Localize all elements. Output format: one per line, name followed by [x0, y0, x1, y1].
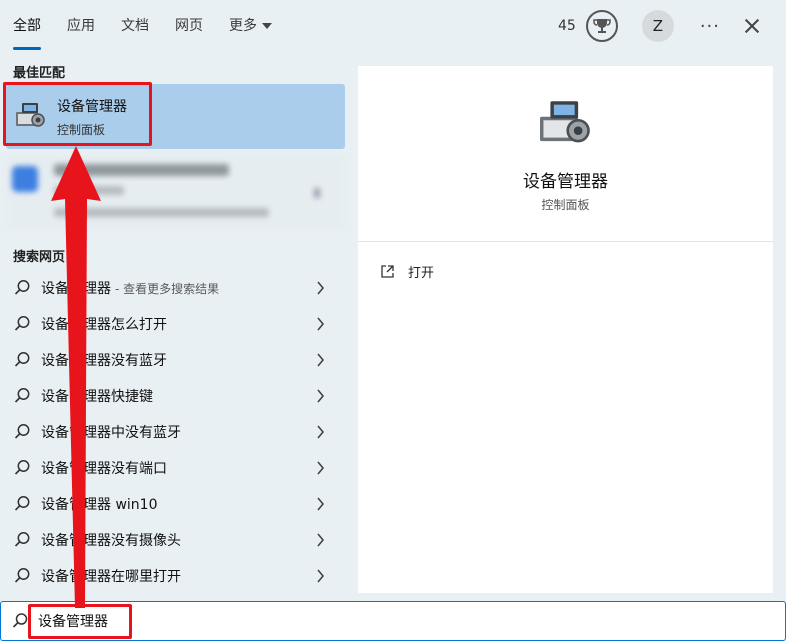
- web-search-label: 设备管理器没有蓝牙: [41, 353, 167, 369]
- search-icon: [12, 530, 32, 550]
- web-search-item[interactable]: 设备管理器在哪里打开: [0, 558, 345, 594]
- web-search-label: 设备管理器在哪里打开: [41, 569, 181, 585]
- tab-web-label: 网页: [175, 18, 203, 34]
- tab-documents-label: 文档: [121, 18, 149, 34]
- search-icon: [12, 422, 32, 442]
- web-search-hint: - 查看更多搜索结果: [115, 281, 220, 296]
- device-manager-icon: [536, 96, 596, 152]
- chevron-right-icon: [317, 497, 325, 511]
- tab-apps-label: 应用: [67, 18, 95, 34]
- chevron-right-icon: [317, 425, 325, 439]
- redacted-text: [54, 186, 124, 195]
- web-search-item[interactable]: 设备管理器 - 查看更多搜索结果: [0, 270, 345, 306]
- web-search-item[interactable]: 设备管理器快捷键: [0, 378, 345, 414]
- web-search-label: 设备管理器没有端口: [41, 461, 167, 477]
- chevron-right-icon: [317, 317, 325, 331]
- rewards-points: 45: [558, 18, 576, 34]
- web-search-item[interactable]: 设备管理器没有摄像头: [0, 522, 345, 558]
- tab-documents[interactable]: 文档: [108, 0, 162, 52]
- redacted-text: [54, 164, 229, 176]
- search-icon: [12, 314, 32, 334]
- web-search-item[interactable]: 设备管理器怎么打开: [0, 306, 345, 342]
- redacted-text: [54, 208, 269, 217]
- web-search-label: 设备管理器怎么打开: [41, 317, 167, 333]
- best-match-heading: 最佳匹配: [13, 66, 66, 81]
- tab-more-label: 更多: [229, 18, 257, 34]
- detail-title: 设备管理器: [523, 172, 608, 192]
- search-icon: [11, 612, 29, 634]
- search-icon: [12, 386, 32, 406]
- tab-more[interactable]: 更多: [216, 0, 285, 52]
- web-search-heading: 搜索网页: [13, 250, 66, 265]
- detail-panel: 设备管理器 控制面板 打开: [358, 66, 773, 593]
- annotation-highlight-box: [28, 604, 132, 639]
- open-label: 打开: [408, 266, 435, 281]
- chevron-right-icon: [317, 461, 325, 475]
- search-icon: [12, 494, 32, 514]
- search-icon: [12, 566, 32, 586]
- close-icon[interactable]: [742, 16, 762, 36]
- document-icon: [12, 166, 38, 192]
- web-search-label: 设备管理器没有摄像头: [41, 533, 181, 549]
- chevron-down-icon: [262, 23, 272, 29]
- web-search-item[interactable]: 设备管理器中没有蓝牙: [0, 414, 345, 450]
- chevron-right-icon: [317, 389, 325, 403]
- web-search-item[interactable]: 设备管理器没有蓝牙: [0, 342, 345, 378]
- chevron-right-icon: [317, 569, 325, 583]
- tab-web[interactable]: 网页: [162, 0, 216, 52]
- web-search-list: 设备管理器 - 查看更多搜索结果设备管理器怎么打开 设备管理器没有蓝牙 设备管理器快捷…: [0, 270, 345, 594]
- search-icon: [12, 458, 32, 478]
- web-search-label: 设备管理器快捷键: [41, 389, 153, 405]
- search-icon: [12, 350, 32, 370]
- web-search-label: 设备管理器 win10: [41, 497, 158, 513]
- trophy-icon[interactable]: [585, 10, 618, 42]
- web-search-item[interactable]: 设备管理器没有端口: [0, 450, 345, 486]
- tab-all-label: 全部: [13, 18, 41, 34]
- open-external-icon: [381, 265, 394, 278]
- detail-subtitle: 控制面板: [541, 198, 590, 212]
- web-search-item[interactable]: 设备管理器 win10: [0, 486, 345, 522]
- web-search-label: 设备管理器中没有蓝牙: [41, 425, 181, 441]
- tab-all[interactable]: 全部: [0, 0, 54, 52]
- web-search-label: 设备管理器: [41, 281, 111, 297]
- open-button[interactable]: 打开: [380, 262, 434, 281]
- divider: [358, 241, 773, 242]
- blurred-document-result[interactable]: [6, 154, 345, 230]
- top-right-controls: 45 Z ···: [558, 0, 786, 52]
- search-icon: [12, 278, 32, 298]
- chevron-right-icon: [317, 533, 325, 547]
- chevron-right-icon: [317, 281, 325, 295]
- chevron-right-icon: [317, 353, 325, 367]
- annotation-highlight-box: [3, 82, 152, 146]
- tab-apps[interactable]: 应用: [54, 0, 108, 52]
- more-options-button[interactable]: ···: [700, 16, 720, 37]
- avatar[interactable]: Z: [641, 10, 674, 42]
- chevron-right-icon: [314, 188, 320, 198]
